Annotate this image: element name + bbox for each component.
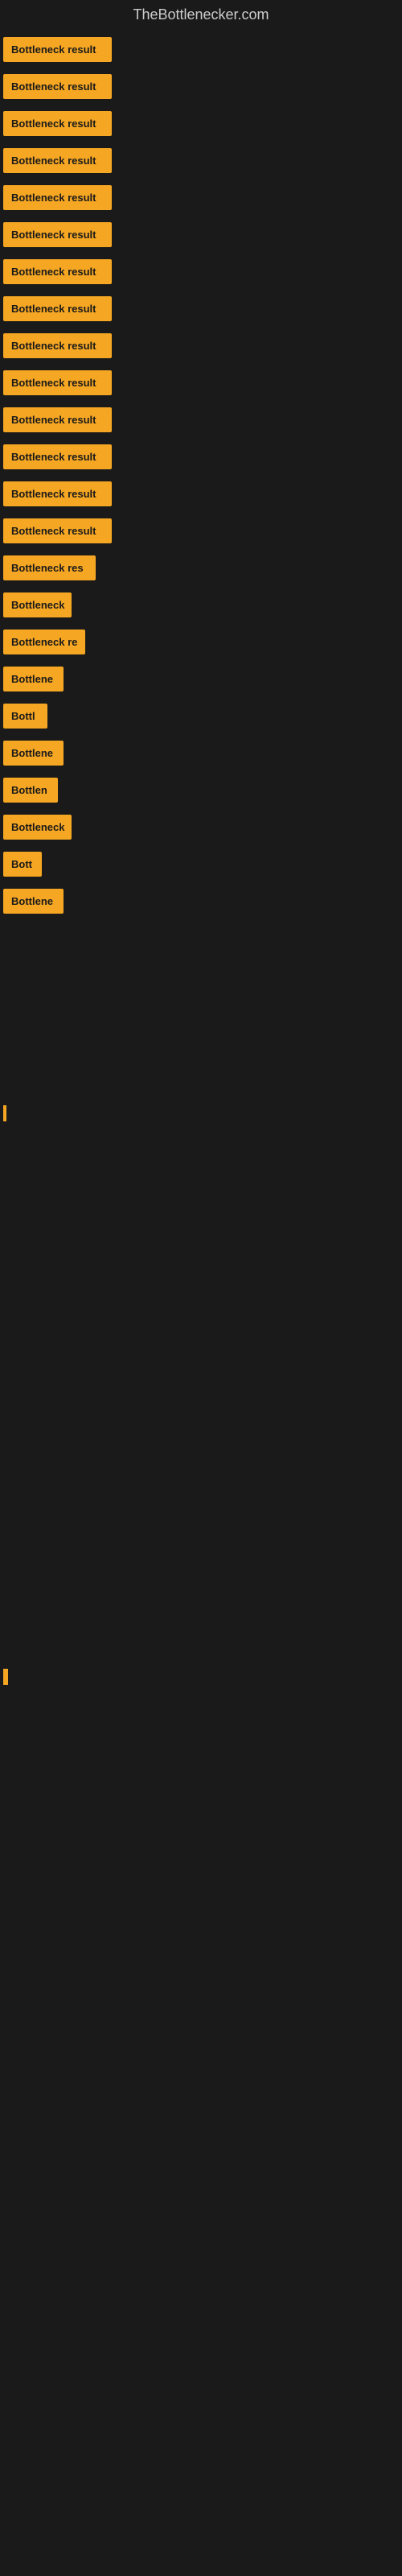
- bottleneck-badge-18[interactable]: Bottlene: [3, 667, 64, 691]
- bottleneck-badge-14[interactable]: Bottleneck result: [3, 518, 112, 543]
- bottleneck-badge-11[interactable]: Bottleneck result: [3, 407, 112, 432]
- bottleneck-row-9: Bottleneck result: [0, 328, 402, 363]
- bottleneck-row-10: Bottleneck result: [0, 365, 402, 400]
- bottleneck-badge-6[interactable]: Bottleneck result: [3, 222, 112, 247]
- bottleneck-row-17: Bottleneck re: [0, 624, 402, 659]
- bottleneck-badge-4[interactable]: Bottleneck result: [3, 148, 112, 173]
- bottleneck-badge-8[interactable]: Bottleneck result: [3, 296, 112, 321]
- bottleneck-row-1: Bottleneck result: [0, 31, 402, 67]
- bottleneck-row-20: Bottlene: [0, 735, 402, 770]
- bottleneck-badge-24[interactable]: Bottlene: [3, 889, 64, 914]
- bottleneck-badge-16[interactable]: Bottleneck: [3, 592, 72, 617]
- bottleneck-badge-19[interactable]: Bottl: [3, 704, 47, 729]
- bottleneck-row-16: Bottleneck: [0, 587, 402, 622]
- bottleneck-badge-22[interactable]: Bottleneck: [3, 815, 72, 840]
- bottleneck-row-21: Bottlen: [0, 772, 402, 807]
- bottleneck-row-7: Bottleneck result: [0, 254, 402, 289]
- bottleneck-badge-12[interactable]: Bottleneck result: [3, 444, 112, 469]
- bottleneck-row-5: Bottleneck result: [0, 180, 402, 215]
- bottleneck-badge-9[interactable]: Bottleneck result: [3, 333, 112, 358]
- small-indicator-2: [3, 1669, 8, 1685]
- bottleneck-row-14: Bottleneck result: [0, 513, 402, 548]
- bottleneck-badge-13[interactable]: Bottleneck result: [3, 481, 112, 506]
- bottleneck-badge-20[interactable]: Bottlene: [3, 741, 64, 766]
- site-title: TheBottlenecker.com: [0, 0, 402, 30]
- bottleneck-badge-2[interactable]: Bottleneck result: [3, 74, 112, 99]
- bottleneck-row-24: Bottlene: [0, 883, 402, 919]
- bottleneck-badge-23[interactable]: Bott: [3, 852, 42, 877]
- bottleneck-row-18: Bottlene: [0, 661, 402, 696]
- bottleneck-badge-15[interactable]: Bottleneck res: [3, 555, 96, 580]
- bottleneck-row-3: Bottleneck result: [0, 105, 402, 141]
- bottleneck-row-6: Bottleneck result: [0, 217, 402, 252]
- bottleneck-badge-7[interactable]: Bottleneck result: [3, 259, 112, 284]
- small-indicator: [3, 1105, 6, 1121]
- bottleneck-row-8: Bottleneck result: [0, 291, 402, 326]
- bottleneck-badge-17[interactable]: Bottleneck re: [3, 630, 85, 654]
- bottleneck-row-4: Bottleneck result: [0, 142, 402, 178]
- bottleneck-row-15: Bottleneck res: [0, 550, 402, 585]
- bottleneck-row-11: Bottleneck result: [0, 402, 402, 437]
- bottleneck-row-13: Bottleneck result: [0, 476, 402, 511]
- page-wrapper: TheBottlenecker.com Bottleneck resultBot…: [0, 0, 402, 2576]
- bottleneck-badge-1[interactable]: Bottleneck result: [3, 37, 112, 62]
- bottleneck-list: Bottleneck result Bottleneck result Bottle…: [0, 31, 402, 919]
- bottleneck-row-22: Bottleneck: [0, 809, 402, 844]
- bottleneck-row-2: Bottleneck result: [0, 68, 402, 104]
- bottleneck-row-12: Bottleneck result: [0, 439, 402, 474]
- bottleneck-badge-21[interactable]: Bottlen: [3, 778, 58, 803]
- bottleneck-badge-5[interactable]: Bottleneck result: [3, 185, 112, 210]
- bottleneck-row-23: Bott: [0, 846, 402, 881]
- bottleneck-badge-3[interactable]: Bottleneck result: [3, 111, 112, 136]
- bottleneck-badge-10[interactable]: Bottleneck result: [3, 370, 112, 395]
- bottleneck-row-19: Bottl: [0, 698, 402, 733]
